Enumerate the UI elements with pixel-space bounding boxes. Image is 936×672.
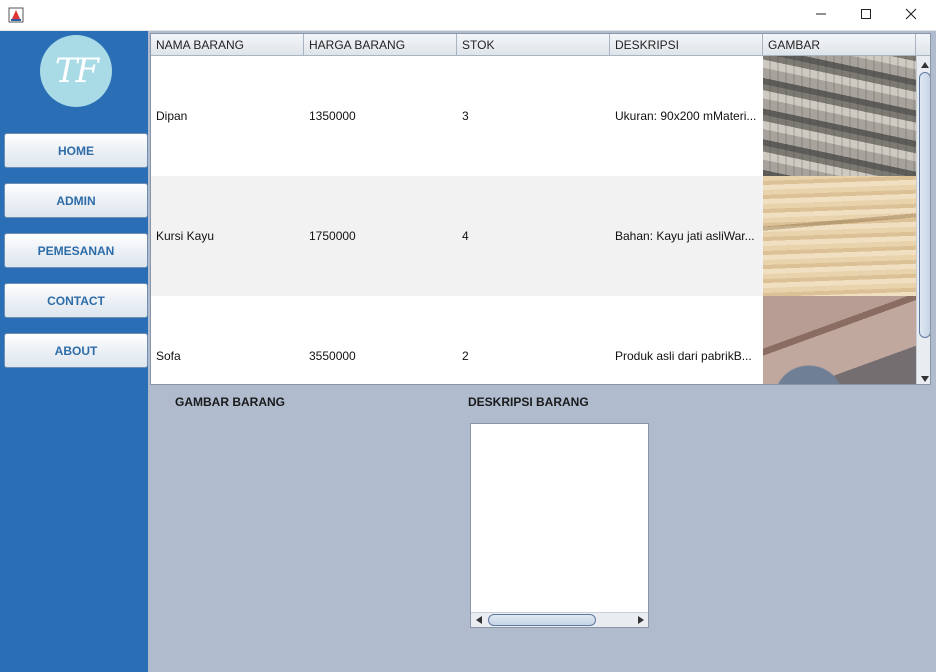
table-row[interactable]: Sofa 3550000 2 Produk asli dari pabrikB.…: [151, 296, 916, 384]
product-table[interactable]: NAMA BARANG HARGA BARANG STOK DESKRIPSI …: [150, 33, 931, 385]
table-body: Dipan 1350000 3 Ukuran: 90x200 mMateri..…: [151, 56, 916, 384]
title-bar: [0, 0, 936, 31]
header-corner: [916, 34, 930, 56]
home-button[interactable]: HOME: [4, 133, 148, 168]
gambar-barang-label: GAMBAR BARANG: [175, 395, 285, 409]
contact-button[interactable]: CONTACT: [4, 283, 148, 318]
column-header-gambar[interactable]: GAMBAR: [763, 34, 916, 56]
cell-deskripsi: Produk asli dari pabrikB...: [615, 349, 752, 363]
cell-gambar: [763, 296, 916, 384]
triangle-right-icon: [637, 611, 644, 629]
table-vertical-scrollbar[interactable]: [916, 55, 930, 385]
wooden-chair-image: [763, 176, 916, 296]
close-icon: [905, 7, 917, 25]
cell-nama: Sofa: [156, 349, 181, 363]
minimize-icon: [815, 7, 827, 25]
cell-stok: 3: [462, 109, 469, 123]
column-header-deskripsi[interactable]: DESKRIPSI: [610, 34, 763, 56]
horizontal-scroll-thumb[interactable]: [488, 614, 596, 626]
pemesanan-button[interactable]: PEMESANAN: [4, 233, 148, 268]
deskripsi-horizontal-scrollbar[interactable]: [471, 612, 648, 627]
wooden-bed-image: [763, 56, 916, 176]
cell-gambar: [763, 176, 916, 296]
minimize-button[interactable]: [798, 0, 844, 31]
close-button[interactable]: [888, 0, 934, 31]
scroll-thumb[interactable]: [919, 72, 930, 338]
cell-harga: 1750000: [309, 229, 356, 243]
cell-stok: 4: [462, 229, 469, 243]
cell-deskripsi: Bahan: Kayu jati asliWar...: [615, 229, 755, 243]
column-header-stok[interactable]: STOK: [457, 34, 610, 56]
scroll-up-arrow[interactable]: [917, 55, 930, 73]
cell-gambar: [763, 56, 916, 176]
cell-nama: Dipan: [156, 109, 188, 123]
column-header-harga[interactable]: HARGA BARANG: [304, 34, 457, 56]
deskripsi-barang-label: DESKRIPSI BARANG: [468, 395, 589, 409]
triangle-up-icon: [920, 55, 929, 73]
scroll-down-arrow[interactable]: [917, 369, 930, 385]
java-app-icon: [8, 7, 24, 23]
triangle-down-icon: [920, 369, 929, 385]
cell-harga: 3550000: [309, 349, 356, 363]
table-row[interactable]: Kursi Kayu 1750000 4 Bahan: Kayu jati as…: [151, 176, 916, 296]
cell-deskripsi: Ukuran: 90x200 mMateri...: [615, 109, 757, 123]
sofa-image: [763, 296, 916, 384]
main-panel: NAMA BARANG HARGA BARANG STOK DESKRIPSI …: [148, 31, 936, 672]
logo-text: TF: [54, 51, 99, 91]
cell-stok: 2: [462, 349, 469, 363]
table-row[interactable]: Dipan 1350000 3 Ukuran: 90x200 mMateri..…: [151, 56, 916, 176]
logo: TF: [40, 35, 112, 107]
deskripsi-textarea[interactable]: [470, 423, 649, 628]
triangle-left-icon: [475, 611, 482, 629]
cell-harga: 1350000: [309, 109, 356, 123]
maximize-button[interactable]: [843, 0, 889, 31]
column-header-nama[interactable]: NAMA BARANG: [151, 34, 304, 56]
cell-nama: Kursi Kayu: [156, 229, 215, 243]
admin-button[interactable]: ADMIN: [4, 183, 148, 218]
scroll-right-arrow[interactable]: [633, 613, 648, 627]
table-header: NAMA BARANG HARGA BARANG STOK DESKRIPSI …: [151, 34, 916, 56]
scroll-left-arrow[interactable]: [471, 613, 486, 627]
maximize-icon: [860, 7, 872, 25]
about-button[interactable]: ABOUT: [4, 333, 148, 368]
sidebar: TF HOME ADMIN PEMESANAN CONTACT ABOUT: [0, 31, 148, 672]
